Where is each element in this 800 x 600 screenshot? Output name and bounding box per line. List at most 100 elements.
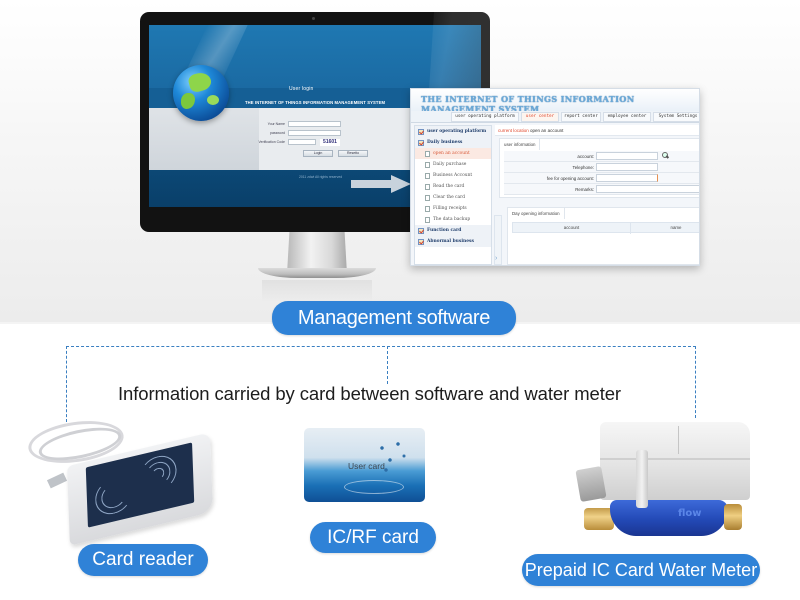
meter-body: flow [610, 500, 728, 536]
stand-reflection [262, 280, 372, 302]
sidebar-item-label: Filling receipts [433, 206, 467, 211]
document-icon [425, 184, 430, 190]
ic-card-image: User card [304, 428, 425, 502]
sidebar-item-function-card[interactable]: Function card [415, 225, 491, 236]
sidebar-item-label: The data backup [433, 217, 471, 222]
sidebar-item-read-card[interactable]: Read the card [415, 181, 491, 192]
meter-seal [575, 465, 607, 503]
tab-user-information[interactable]: user information [500, 139, 541, 150]
sidebar-item-daily-purchase[interactable]: Daily purchase [415, 159, 491, 170]
document-icon [425, 217, 430, 223]
tab-day-opening-information[interactable]: Day opening information [508, 208, 565, 219]
edit-checkbox-icon [418, 140, 424, 146]
water-meter-badge: Prepaid IC Card Water Meter [522, 554, 760, 586]
sidebar-item-user-operating-platform[interactable]: user operating platform [415, 126, 491, 137]
document-icon [425, 195, 430, 201]
sidebar-item-clear-card[interactable]: Clear the card [415, 192, 491, 203]
sidebar-item-daily-business[interactable]: Daily business [415, 137, 491, 148]
edit-checkbox-icon [418, 239, 424, 245]
document-icon [425, 162, 430, 168]
card-reader-badge: Card reader [78, 544, 208, 576]
sidebar-item-data-backup[interactable]: The data backup [415, 214, 491, 225]
breadcrumb-page: open an account [530, 128, 564, 133]
sidebar-item-label: Daily purchase [433, 162, 467, 167]
edit-checkbox-icon [418, 228, 424, 234]
ic-card-badge: IC/RF card [310, 522, 436, 553]
document-icon [425, 173, 430, 179]
captcha-image[interactable]: 51601 [320, 139, 340, 146]
tab-report-center[interactable]: report center [561, 112, 601, 122]
meter-post [636, 450, 648, 508]
verification-code-input[interactable] [288, 139, 316, 145]
form-row-telephone: Telephone: [504, 162, 699, 173]
column-account[interactable]: account [513, 223, 631, 234]
sidebar-item-label: Function card [427, 228, 462, 233]
day-opening-panel: Day opening information account name [507, 207, 699, 265]
remarks-label: Remarks: [575, 187, 594, 192]
sidebar-item-filling-receipts[interactable]: Filling receipts [415, 203, 491, 214]
main-content: current location open an account user in… [495, 125, 699, 265]
login-heading: User login [289, 86, 314, 92]
camera-dot [312, 17, 315, 20]
tab-employee-center[interactable]: employee center [603, 112, 651, 122]
document-icon [425, 151, 430, 157]
connector-top [66, 346, 696, 347]
opening-fee-input[interactable] [596, 174, 658, 182]
app-tabs: user operating platform user center repo… [411, 111, 699, 123]
column-name[interactable]: name [631, 223, 699, 234]
sidebar-item-label: user operating platform [427, 129, 487, 134]
username-input[interactable] [288, 121, 341, 127]
card-reader-image [10, 415, 213, 546]
sidebar-item-label: Read the card [433, 184, 465, 189]
breadcrumb: current location open an account [495, 125, 699, 136]
sidebar-item-open-account[interactable]: open an account [415, 148, 491, 159]
arrow-right-icon [351, 175, 411, 193]
opening-fee-label: fee for opening account: [546, 176, 594, 181]
form-row-opening-fee: fee for opening account: [504, 173, 699, 184]
sidebar: user operating platform Daily business o… [414, 125, 492, 265]
sidebar-item-label: open an account [433, 151, 470, 156]
meter-housing [600, 422, 750, 500]
telephone-label: Telephone: [572, 165, 594, 170]
tab-system-settings[interactable]: System Settings [653, 112, 699, 122]
form-row-account: account: [504, 151, 699, 162]
management-software-badge: Management software [272, 301, 516, 335]
usb-plug [46, 472, 68, 489]
reset-button[interactable]: Resetto [338, 150, 368, 157]
password-label: password [270, 131, 285, 135]
form-row-remarks: Remarks: [504, 184, 699, 195]
sidebar-item-business-account[interactable]: Business Account [415, 170, 491, 181]
login-system-title: THE INTERNET OF THINGS INFORMATION MANAG… [245, 100, 386, 105]
password-input[interactable] [288, 130, 341, 136]
user-information-panel: user information account: Telephone: fee… [499, 138, 699, 198]
connector-right [695, 346, 696, 418]
water-meter-image: flow [575, 420, 758, 545]
copyright-text: 2011 zdwt All rights reserved [299, 175, 343, 179]
meter-emboss: flow [678, 508, 702, 519]
account-input[interactable] [596, 152, 658, 160]
globe-icon [173, 65, 229, 121]
remarks-input[interactable] [596, 185, 699, 193]
verification-code-label: Verification Code [258, 140, 285, 144]
search-icon[interactable] [661, 151, 669, 159]
login-button[interactable]: Login [303, 150, 333, 157]
document-icon [425, 206, 430, 212]
management-app-window: THE INTERNET OF THINGS INFORMATION MANAG… [410, 88, 700, 266]
sidebar-item-label: Daily business [427, 140, 463, 145]
water-ripple [344, 480, 404, 494]
app-header: THE INTERNET OF THINGS INFORMATION MANAG… [411, 89, 699, 114]
sidebar-item-abnormal-business[interactable]: Abnormal business [415, 236, 491, 247]
tab-user-operating-platform[interactable]: user operating platform [451, 112, 519, 122]
telephone-input[interactable] [596, 163, 658, 171]
info-caption: Information carried by card between soft… [118, 383, 621, 404]
breadcrumb-prefix: current location [498, 128, 529, 133]
sidebar-item-label: Clear the card [433, 195, 466, 200]
sidebar-item-label: Business Account [433, 173, 473, 178]
card-print-text: User card [348, 461, 385, 471]
connector-left [66, 346, 67, 422]
tab-user-center[interactable]: user center [521, 112, 559, 122]
username-label: Your Name [267, 122, 285, 126]
sidebar-item-label: Abnormal business [427, 239, 474, 244]
connector-middle [387, 346, 388, 384]
edit-checkbox-icon [418, 129, 424, 135]
